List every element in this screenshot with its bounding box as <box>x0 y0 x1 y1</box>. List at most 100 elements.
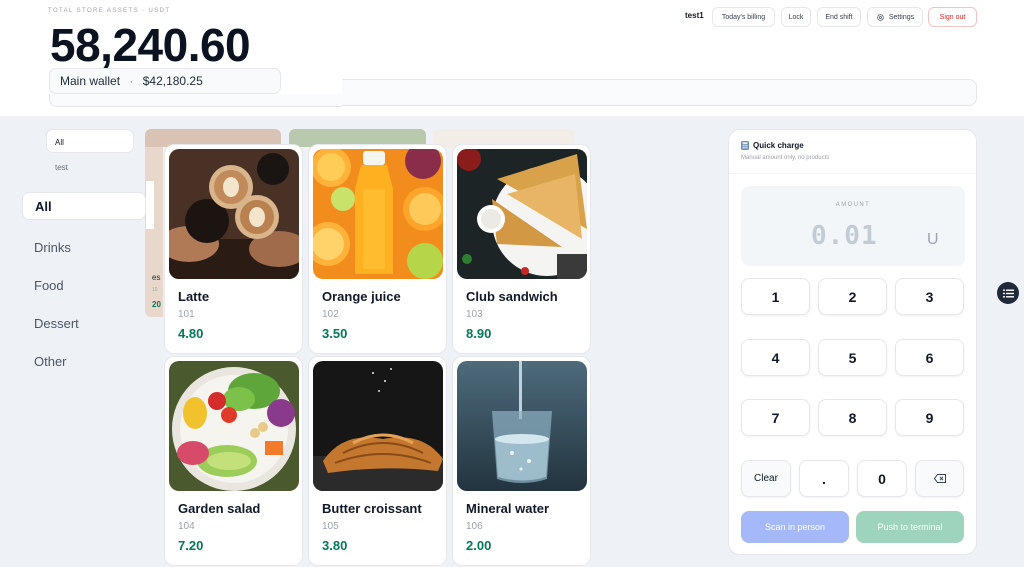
background-card-strip: es 10 20 <box>145 147 163 317</box>
category-other[interactable]: Other <box>22 342 146 380</box>
search-bar-left <box>49 94 342 107</box>
quick-charge-title: Quick charge <box>741 141 804 150</box>
amount-display[interactable]: AMOUNT 0.01 U <box>741 186 965 266</box>
product-code: 106 <box>466 521 483 532</box>
sign-out-label: Sign out <box>939 13 966 21</box>
list-icon <box>1002 289 1014 297</box>
category-sidebar: All Drinks Food Dessert Other <box>22 192 146 380</box>
key-9[interactable]: 9 <box>895 399 964 436</box>
key-1[interactable]: 1 <box>741 278 810 315</box>
category-label: Drinks <box>34 239 71 255</box>
push-to-terminal-button[interactable]: Push to terminal <box>856 511 964 543</box>
category-label: Dessert <box>34 315 79 331</box>
scan-in-person-label: Scan in person <box>764 522 826 532</box>
key-4[interactable]: 4 <box>741 339 810 376</box>
end-shift-button[interactable]: End shift <box>817 7 861 27</box>
product-card-garden-salad[interactable]: Garden salad 104 7.20 <box>164 356 303 566</box>
key-decimal[interactable]: . <box>799 460 849 497</box>
ghost-code: 10 <box>152 287 158 293</box>
clear-button[interactable]: Clear <box>741 460 791 497</box>
product-card-club-sandwich[interactable]: Club sandwich 103 8.90 <box>452 144 591 354</box>
product-name: Butter croissant <box>322 501 422 516</box>
amount-unit: U <box>927 231 939 248</box>
push-to-terminal-label: Push to terminal <box>877 522 943 532</box>
wallet-name: Main wallet <box>60 74 121 88</box>
product-name: Garden salad <box>178 501 261 516</box>
product-name: Orange juice <box>322 289 401 304</box>
settings-label: Settings <box>888 13 915 21</box>
key-8[interactable]: 8 <box>818 399 887 436</box>
panel-divider <box>729 173 976 174</box>
end-shift-label: End shift <box>825 13 853 21</box>
todays-billing-button[interactable]: Today's billing <box>712 7 775 27</box>
scan-in-person-button[interactable]: Scan in person <box>741 511 849 543</box>
search-bar[interactable] <box>342 79 977 106</box>
category-food[interactable]: Food <box>22 266 146 304</box>
product-card-mineral-water[interactable]: Mineral water 106 2.00 <box>452 356 591 566</box>
category-label: Food <box>34 277 64 293</box>
product-price: 2.00 <box>466 538 492 553</box>
lock-button[interactable]: Lock <box>781 7 811 27</box>
quick-charge-title-text: Quick charge <box>753 141 804 150</box>
key-5[interactable]: 5 <box>818 339 887 376</box>
product-price: 8.90 <box>466 326 492 341</box>
key-2[interactable]: 2 <box>818 278 887 315</box>
club-sandwich-photo <box>457 149 587 279</box>
croissant-photo <box>313 361 443 491</box>
floating-menu-button[interactable] <box>997 282 1019 304</box>
category-all[interactable]: All <box>22 192 146 220</box>
product-code: 103 <box>466 309 483 320</box>
product-name: Club sandwich <box>466 289 558 304</box>
key-0[interactable]: 0 <box>857 460 907 497</box>
category-label: Other <box>34 353 67 369</box>
amount-value: 0.01 <box>811 221 878 251</box>
mineral-water-photo <box>457 361 587 491</box>
category-dessert[interactable]: Dessert <box>22 304 146 342</box>
product-price: 3.50 <box>322 326 348 341</box>
filter-all[interactable]: All <box>46 129 134 153</box>
category-drinks[interactable]: Drinks <box>22 228 146 266</box>
settings-button[interactable]: Settings <box>867 7 923 27</box>
product-code: 101 <box>178 309 195 320</box>
gear-icon <box>877 13 884 21</box>
garden-salad-photo <box>169 361 299 491</box>
todays-billing-label: Today's billing <box>721 13 766 21</box>
wallet-amount: $42,180.25 <box>142 74 203 88</box>
assets-label: TOTAL STORE ASSETS · USDT <box>48 8 171 14</box>
filter-all-label: All <box>55 138 64 147</box>
backspace-icon <box>933 474 946 483</box>
product-code: 105 <box>322 521 339 532</box>
product-grid: Latte 101 4.80 Orange juice 102 3.50 Clu… <box>164 144 591 566</box>
sidebar-edge <box>146 181 154 229</box>
header: TOTAL STORE ASSETS · USDT 58,240.60 Main… <box>0 0 1024 116</box>
key-6[interactable]: 6 <box>895 339 964 376</box>
latte-photo <box>169 149 299 279</box>
key-7[interactable]: 7 <box>741 399 810 436</box>
ghost-price: 20 <box>152 300 161 309</box>
product-price: 7.20 <box>178 538 204 553</box>
filter-test[interactable]: test <box>55 163 68 172</box>
product-name: Latte <box>178 289 210 304</box>
sign-out-button[interactable]: Sign out <box>928 7 977 27</box>
total-assets: 58,240.60 <box>50 19 251 71</box>
product-code: 102 <box>322 309 339 320</box>
lock-label: Lock <box>788 13 804 21</box>
orange-juice-photo <box>313 149 443 279</box>
key-3[interactable]: 3 <box>895 278 964 315</box>
backspace-button[interactable] <box>915 460 964 497</box>
wallet-selector[interactable]: Main wallet · $42,180.25 <box>49 68 281 94</box>
calculator-icon <box>741 141 749 150</box>
product-code: 104 <box>178 521 195 532</box>
ghost-text: es <box>152 273 161 282</box>
product-card-butter-croissant[interactable]: Butter croissant 105 3.80 <box>308 356 447 566</box>
product-price: 4.80 <box>178 326 204 341</box>
wallet-separator: · <box>129 74 134 88</box>
product-price: 3.80 <box>322 538 348 553</box>
quick-charge-subtitle: Manual amount only, no products <box>741 155 830 161</box>
product-card-orange-juice[interactable]: Orange juice 102 3.50 <box>308 144 447 354</box>
quick-charge-panel: Quick charge Manual amount only, no prod… <box>728 129 977 555</box>
category-label: All <box>35 198 52 214</box>
amount-label: AMOUNT <box>835 202 871 208</box>
product-card-latte[interactable]: Latte 101 4.80 <box>164 144 303 354</box>
product-name: Mineral water <box>466 501 550 516</box>
